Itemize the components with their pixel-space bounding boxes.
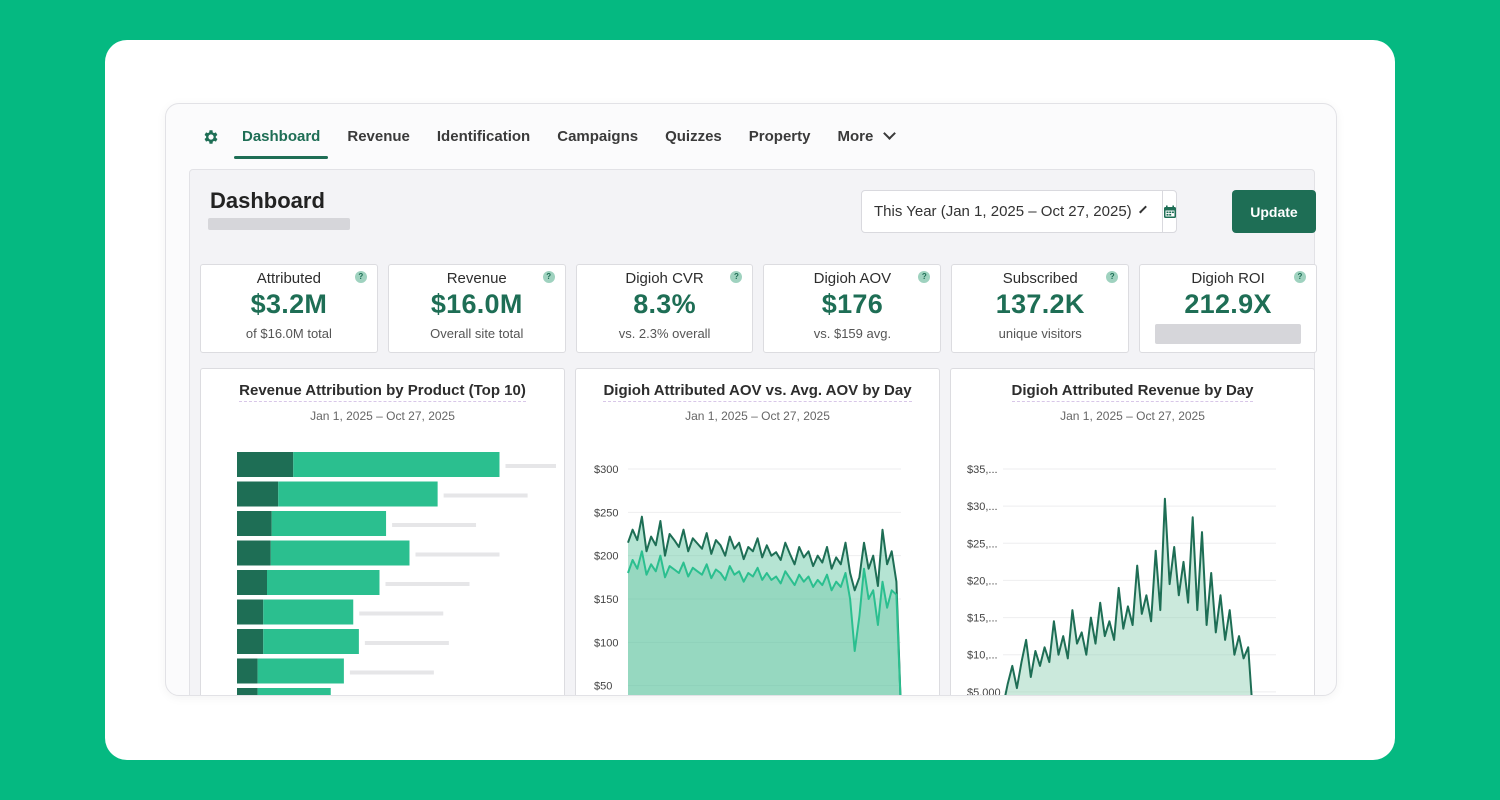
bar-segment (270, 540, 410, 566)
redacted-kpi-sub (1155, 324, 1302, 344)
kpi-value: 212.9X (1184, 289, 1272, 319)
kpi-label: Revenue (446, 270, 507, 287)
help-icon[interactable]: ? (542, 271, 555, 283)
tab-more-label: More (837, 127, 874, 145)
app-window: Dashboard Revenue Identification Campaig… (165, 103, 1337, 696)
calendar-button[interactable] (1161, 191, 1177, 232)
bar-segment (237, 481, 279, 507)
y-tick-label: $25,... (967, 538, 998, 550)
y-tick-label: $30,... (967, 501, 998, 513)
y-tick-label: $200 (594, 551, 618, 563)
chart-subtitle: Jan 1, 2025 – Oct 27, 2025 (685, 409, 830, 423)
chart-title-text: Revenue Attribution by Product (Top 10) (239, 382, 526, 402)
bar-segment (237, 511, 272, 536)
bar-segment (278, 481, 438, 507)
y-tick-label: $100 (594, 637, 618, 649)
bar-segment (263, 629, 359, 654)
tab-more[interactable]: More (829, 120, 902, 155)
chevron-down-icon (883, 126, 897, 140)
kpi-label: Digioh ROI (1191, 270, 1265, 287)
chart-title-text: Digioh Attributed Revenue by Day (1011, 382, 1254, 402)
top-nav: Dashboard Revenue Identification Campaig… (190, 118, 913, 159)
kpi-row: ? Attributed $3.2M of $16.0M total ? Rev… (200, 264, 1317, 353)
kpi-sub: Overall site total (430, 326, 524, 341)
bar-segment (237, 599, 264, 625)
kpi-value: $3.2M (250, 289, 328, 319)
chart-subtitle: Jan 1, 2025 – Oct 27, 2025 (1060, 409, 1205, 423)
chart-card-aov-by-day: Digioh Attributed AOV vs. Avg. AOV by Da… (575, 368, 940, 695)
kpi-sub: vs. $159 avg. (813, 326, 892, 341)
kpi-value: 8.3% (633, 289, 696, 319)
chart-subtitle: Jan 1, 2025 – Oct 27, 2025 (310, 409, 455, 423)
kpi-sub: vs. 2.3% overall (618, 326, 711, 341)
kpi-value: $16.0M (430, 289, 523, 319)
chart-title: Digioh Attributed Revenue by Day (951, 382, 1314, 402)
kpi-sub: of $16.0M total (245, 326, 332, 341)
bar-segment (293, 452, 500, 477)
kpi-card-cvr: ? Digioh CVR 8.3% vs. 2.3% overall (575, 264, 754, 353)
bar-segment (257, 658, 344, 684)
kpi-card-aov: ? Digioh AOV $176 vs. $159 avg. (763, 264, 942, 353)
page-title: Dashboard (210, 188, 325, 213)
tab-quizzes[interactable]: Quizzes (657, 120, 730, 155)
chart-title: Revenue Attribution by Product (Top 10) (201, 382, 564, 402)
chart-card-revenue-by-day: Digioh Attributed Revenue by Day Jan 1, … (950, 368, 1315, 696)
y-tick-label: $35,... (967, 464, 998, 476)
bar-segment (237, 570, 267, 595)
bar-segment (237, 540, 271, 566)
y-tick-label: $300 (594, 464, 618, 476)
kpi-value: 137.2K (995, 289, 1085, 319)
charts-row: Revenue Attribution by Product (Top 10) … (200, 368, 1315, 696)
tab-identification[interactable]: Identification (429, 120, 538, 155)
bar-segment (237, 629, 264, 654)
tab-dashboard[interactable]: Dashboard (234, 120, 329, 159)
date-range-value: This Year (Jan 1, 2025 – Oct 27, 2025) (874, 203, 1132, 220)
y-tick-label: $15,... (967, 613, 998, 625)
bar-segment (271, 511, 387, 536)
chart-title-text: Digioh Attributed AOV vs. Avg. AOV by Da… (603, 382, 912, 402)
redacted-subtitle (208, 218, 350, 230)
dashboard-panel: Dashboard This Year (Jan 1, 2025 – Oct 2… (189, 169, 1317, 696)
area-chart: $300 $250 $200 $150 $100 $50 (594, 464, 902, 695)
bar-segment (263, 599, 354, 625)
kpi-sub: unique visitors (998, 326, 1082, 341)
y-tick-label: $10,... (967, 650, 998, 662)
bar-segment (237, 452, 294, 477)
bar-segment (237, 688, 258, 695)
chevron-down-icon (1138, 205, 1147, 214)
tab-property[interactable]: Property (741, 120, 819, 155)
help-icon[interactable]: ? (1293, 271, 1306, 283)
bar-chart (237, 452, 556, 695)
bar-segment (267, 570, 380, 595)
y-tick-label: $5,000 (967, 687, 1001, 696)
y-tick-label: $150 (594, 594, 618, 606)
chart-card-product-attribution: Revenue Attribution by Product (Top 10) … (200, 368, 565, 695)
kpi-label: Digioh CVR (625, 270, 704, 287)
kpi-card-revenue: ? Revenue $16.0M Overall site total (387, 264, 566, 353)
chart-title: Digioh Attributed AOV vs. Avg. AOV by Da… (576, 382, 939, 402)
tab-revenue[interactable]: Revenue (339, 120, 418, 155)
date-range-select[interactable]: This Year (Jan 1, 2025 – Oct 27, 2025) (861, 190, 1177, 233)
kpi-label: Digioh AOV (813, 270, 892, 287)
bar-segment (257, 688, 331, 695)
kpi-label: Attributed (256, 270, 322, 287)
gear-icon[interactable] (202, 128, 220, 146)
kpi-value: $176 (821, 289, 884, 319)
background-card: Dashboard Revenue Identification Campaig… (105, 40, 1395, 760)
calendar-icon (1163, 205, 1176, 218)
y-tick-label: $50 (594, 681, 612, 693)
update-button[interactable]: Update (1232, 190, 1316, 233)
bar-segment (237, 658, 258, 684)
kpi-card-subscribed: ? Subscribed 137.2K unique visitors (951, 264, 1130, 353)
area-chart: $35,... $30,... $25,... $20,... $15,... $10,.… (967, 464, 1276, 696)
tab-campaigns[interactable]: Campaigns (549, 120, 646, 155)
y-tick-label: $20,... (967, 575, 998, 587)
kpi-label: Subscribed (1002, 270, 1078, 287)
y-tick-label: $250 (594, 507, 618, 519)
help-icon[interactable]: ? (354, 271, 367, 283)
kpi-card-roi: ? Digioh ROI 212.9X (1139, 264, 1317, 353)
kpi-card-attributed: ? Attributed $3.2M of $16.0M total (200, 264, 378, 353)
